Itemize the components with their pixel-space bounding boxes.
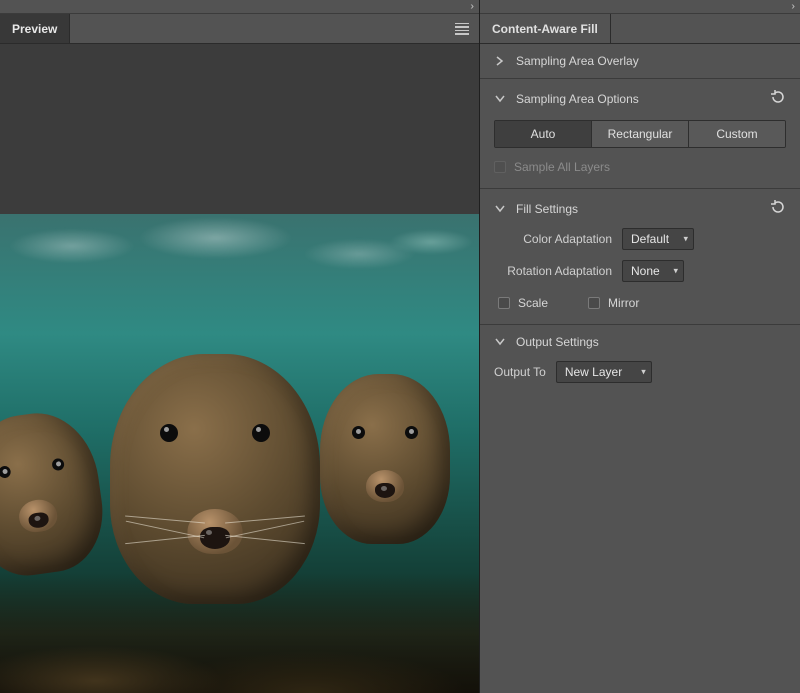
sampling-mode-rectangular[interactable]: Rectangular <box>592 121 689 147</box>
preview-image[interactable] <box>0 214 479 693</box>
tab-label: Preview <box>12 22 57 36</box>
reset-icon[interactable] <box>770 89 786 108</box>
tab-preview[interactable]: Preview <box>0 14 70 43</box>
section-title: Fill Settings <box>516 202 578 216</box>
section-output-settings: Output Settings Output To New Layer ▾ <box>480 325 800 397</box>
scale-checkbox[interactable] <box>498 297 510 309</box>
chevron-down-icon <box>494 205 506 213</box>
section-title: Sampling Area Overlay <box>516 54 639 68</box>
section-header-fill-settings[interactable]: Fill Settings <box>494 199 786 218</box>
preview-panel: ›› Preview <box>0 0 480 693</box>
rotation-adaptation-select[interactable]: None ▾ <box>622 260 684 282</box>
output-to-label: Output To <box>494 365 546 379</box>
section-header-sampling-options[interactable]: Sampling Area Options <box>494 89 786 108</box>
output-to-row: Output To New Layer ▾ <box>494 361 786 383</box>
collapse-left-icon[interactable]: ›› <box>470 1 471 12</box>
section-title: Output Settings <box>516 335 599 349</box>
preview-subject <box>110 354 320 604</box>
tab-label: Content-Aware Fill <box>492 22 598 36</box>
select-value: New Layer <box>565 365 622 379</box>
section-sampling-overlay: Sampling Area Overlay <box>480 44 800 79</box>
color-adaptation-select[interactable]: Default ▾ <box>622 228 694 250</box>
sample-all-layers-label: Sample All Layers <box>514 160 610 174</box>
mirror-label: Mirror <box>608 296 639 310</box>
mirror-row: Mirror <box>588 296 639 310</box>
section-header-sampling-overlay[interactable]: Sampling Area Overlay <box>494 54 786 68</box>
color-adaptation-row: Color Adaptation Default ▾ <box>494 228 786 250</box>
fill-checks-row: Scale Mirror <box>494 296 786 310</box>
collapse-right-icon[interactable]: ›› <box>791 1 792 12</box>
sampling-mode-custom[interactable]: Custom <box>689 121 785 147</box>
chevron-down-icon <box>494 95 506 103</box>
section-fill-settings: Fill Settings Color Adaptation Default ▾… <box>480 189 800 325</box>
section-header-output-settings[interactable]: Output Settings <box>494 335 786 349</box>
right-tabrow: Content-Aware Fill <box>480 14 800 44</box>
preview-subject <box>320 374 450 544</box>
panel-menu-button[interactable] <box>445 14 479 43</box>
scale-row: Scale <box>498 296 548 310</box>
reset-icon[interactable] <box>770 199 786 218</box>
settings-sections: Sampling Area Overlay Sampling Area Opti… <box>480 44 800 693</box>
chevron-down-icon: ▾ <box>683 234 688 245</box>
section-title: Sampling Area Options <box>516 92 639 106</box>
left-tabrow: Preview <box>0 14 479 44</box>
chevron-down-icon <box>494 338 506 346</box>
sample-all-layers-checkbox <box>494 161 506 173</box>
sample-all-layers-row: Sample All Layers <box>494 160 786 174</box>
content-aware-fill-panel: ›› Content-Aware Fill Sampling Area Over… <box>480 0 800 693</box>
chevron-down-icon: ▾ <box>641 367 646 378</box>
hamburger-icon <box>455 23 469 35</box>
select-value: None <box>631 264 660 278</box>
section-sampling-options: Sampling Area Options Auto Rectangular C… <box>480 79 800 189</box>
left-panel-topbar: ›› <box>0 0 479 14</box>
rotation-adaptation-label: Rotation Adaptation <box>494 264 612 278</box>
chevron-down-icon: ▾ <box>673 266 678 277</box>
select-value: Default <box>631 232 669 246</box>
color-adaptation-label: Color Adaptation <box>494 232 612 246</box>
preview-area <box>0 44 479 693</box>
chevron-right-icon <box>494 56 506 66</box>
sampling-mode-segmented: Auto Rectangular Custom <box>494 120 786 148</box>
tab-content-aware-fill[interactable]: Content-Aware Fill <box>480 14 611 43</box>
output-to-select[interactable]: New Layer ▾ <box>556 361 652 383</box>
mirror-checkbox[interactable] <box>588 297 600 309</box>
scale-label: Scale <box>518 296 548 310</box>
sampling-mode-auto[interactable]: Auto <box>495 121 592 147</box>
right-panel-topbar: ›› <box>480 0 800 14</box>
rotation-adaptation-row: Rotation Adaptation None ▾ <box>494 260 786 282</box>
preview-empty-region <box>0 44 479 214</box>
